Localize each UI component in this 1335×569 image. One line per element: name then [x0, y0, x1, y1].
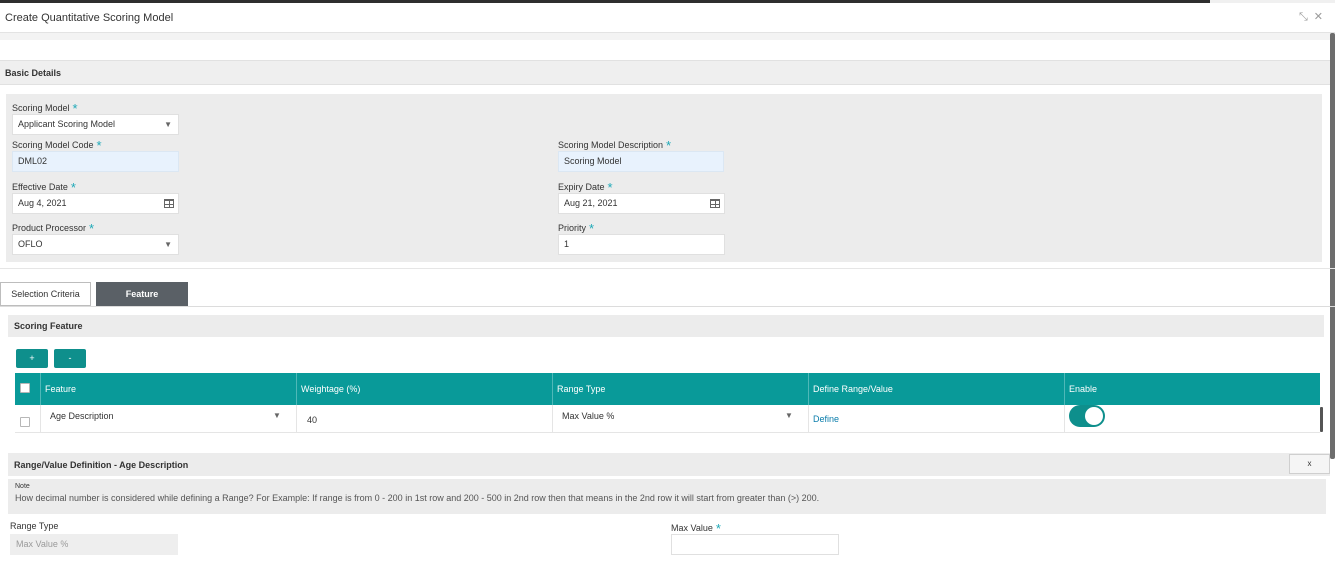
- effective-date-input[interactable]: Aug 4, 2021: [12, 193, 179, 214]
- scoring-model-description-label: Scoring Model Description *: [558, 138, 672, 153]
- basic-details-title: Basic Details: [5, 68, 62, 78]
- chevron-down-icon: ▼: [273, 411, 281, 420]
- weightage-input[interactable]: 40: [307, 415, 317, 425]
- calendar-icon[interactable]: [710, 199, 720, 208]
- chevron-down-icon: ▼: [164, 240, 172, 249]
- column-header-weightage[interactable]: Weightage (%): [296, 373, 551, 405]
- range-definition-header: Range/Value Definition - Age Description: [8, 453, 1330, 476]
- scoring-model-code-label: Scoring Model Code *: [12, 138, 102, 153]
- max-value-input[interactable]: [671, 534, 839, 555]
- scrollbar[interactable]: [1330, 33, 1335, 459]
- range-type-select[interactable]: Max Value % ▼: [553, 405, 808, 427]
- scoring-model-label: Scoring Model *: [12, 101, 78, 116]
- enable-toggle[interactable]: [1069, 405, 1105, 427]
- window-title-bar: Create Quantitative Scoring Model ⤡✕: [0, 3, 1335, 33]
- tab-feature[interactable]: Feature: [96, 282, 188, 306]
- range-type-field: Max Value %: [10, 534, 178, 555]
- feature-select[interactable]: Age Description ▼: [41, 405, 295, 427]
- calendar-icon[interactable]: [164, 199, 174, 208]
- scoring-feature-header: Scoring Feature: [8, 315, 1324, 337]
- range-definition-title: Range/Value Definition - Age Description: [14, 460, 189, 470]
- priority-input[interactable]: 1: [558, 234, 725, 255]
- scoring-feature-title: Scoring Feature: [14, 321, 83, 331]
- note-box: Note How decimal number is considered wh…: [8, 479, 1326, 514]
- note-title: Note: [15, 483, 30, 490]
- expiry-date-input[interactable]: Aug 21, 2021: [558, 193, 725, 214]
- effective-date-label: Effective Date *: [12, 180, 76, 195]
- row-drag-handle[interactable]: [1320, 407, 1323, 432]
- product-processor-label: Product Processor *: [12, 221, 95, 236]
- close-range-definition-button[interactable]: x: [1289, 454, 1330, 474]
- column-header-range-type[interactable]: Range Type: [552, 373, 808, 405]
- chevron-down-icon: ▼: [164, 120, 172, 129]
- divider: [0, 306, 1335, 307]
- add-row-button[interactable]: +: [16, 349, 48, 368]
- scoring-model-code-input[interactable]: DML02: [12, 151, 179, 172]
- priority-label: Priority *: [558, 221, 595, 236]
- table-row: Age Description ▼ 40 Max Value % ▼ Defin…: [15, 405, 1320, 433]
- note-text: How decimal number is considered while d…: [15, 493, 820, 503]
- collapse-icon[interactable]: ⤡: [1299, 11, 1314, 23]
- column-header-feature[interactable]: Feature: [40, 373, 295, 405]
- divider: [0, 268, 1335, 269]
- row-checkbox[interactable]: [20, 417, 30, 427]
- column-header-define-range[interactable]: Define Range/Value: [808, 373, 1064, 405]
- max-value-label: Max Value *: [671, 521, 721, 536]
- feature-grid-header: Feature Weightage (%) Range Type Define …: [15, 373, 1320, 405]
- column-header-enable[interactable]: Enable: [1064, 373, 1320, 405]
- window-title: Create Quantitative Scoring Model: [5, 12, 174, 24]
- scoring-model-select[interactable]: Applicant Scoring Model ▼: [12, 114, 179, 135]
- define-link[interactable]: Define: [813, 414, 839, 424]
- basic-details-header: Basic Details: [0, 60, 1330, 85]
- chevron-down-icon: ▼: [785, 411, 793, 420]
- remove-row-button[interactable]: -: [54, 349, 86, 368]
- select-all-checkbox[interactable]: [20, 383, 30, 393]
- tab-selection-criteria[interactable]: Selection Criteria: [0, 282, 91, 306]
- close-icon[interactable]: ✕: [1314, 11, 1329, 23]
- toolbar-strip: [0, 33, 1335, 40]
- expiry-date-label: Expiry Date *: [558, 180, 613, 195]
- product-processor-select[interactable]: OFLO ▼: [12, 234, 179, 255]
- scoring-model-description-input[interactable]: Scoring Model: [558, 151, 724, 172]
- range-type-label: Range Type: [10, 521, 59, 531]
